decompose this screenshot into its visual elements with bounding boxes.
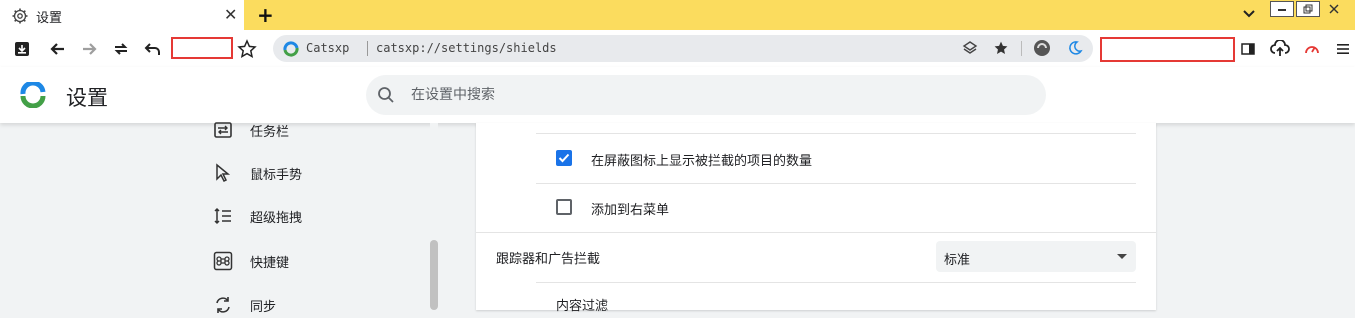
cloud-upload-icon — [1270, 40, 1290, 56]
sidebar-toggle-button[interactable] — [1237, 38, 1259, 60]
close-icon — [1329, 4, 1339, 14]
catsxp-logo — [20, 82, 46, 108]
sidebar-item-mouse-gestures[interactable]: 鼠标手势 — [212, 160, 302, 186]
divider — [536, 282, 1136, 283]
upload-button[interactable] — [1269, 38, 1291, 60]
settings-search[interactable] — [366, 75, 1046, 115]
bookmark-page-button[interactable] — [992, 39, 1010, 57]
archive-button[interactable] — [11, 38, 33, 60]
tab-close-button[interactable]: ✕ — [224, 5, 237, 25]
close-window-button[interactable] — [1322, 1, 1346, 17]
archive-icon — [15, 42, 29, 56]
sidebar-panel-icon — [1241, 43, 1255, 55]
sidebar-item-label: 鼠标手势 — [250, 167, 303, 183]
menu-button[interactable] — [1332, 38, 1354, 60]
url-text[interactable]: catsxp://settings/shields — [376, 41, 557, 55]
tracker-ad-blocking-label: 跟踪器和广告拦截 — [496, 252, 601, 267]
restore-button[interactable] — [1296, 1, 1320, 17]
browser-toolbar: Catsxp catsxp://settings/shields — [0, 30, 1355, 67]
back-arrow-icon — [50, 43, 64, 55]
divider — [536, 183, 1136, 184]
show-blocked-count-label: 在屏蔽图标上显示被拦截的项目的数量 — [591, 154, 813, 169]
divider — [536, 133, 1136, 134]
settings-header: 设置 — [0, 67, 1355, 123]
show-blocked-count-checkbox[interactable] — [556, 150, 572, 166]
omnibox-divider — [1021, 41, 1022, 56]
tab-title: 设置 — [36, 11, 63, 26]
select-value: 标准 — [944, 253, 971, 268]
content-filter-label[interactable]: 内容过滤 — [556, 295, 608, 314]
sidebar-item-sync[interactable]: 同步 — [212, 292, 276, 318]
new-tab-button[interactable]: + — [257, 3, 274, 27]
highlighted-region-right — [1100, 37, 1235, 62]
star-outline-icon — [237, 39, 257, 58]
undo-button[interactable] — [142, 38, 164, 60]
vertical-drag-icon — [212, 205, 234, 227]
sidebar-item-label: 任务栏 — [250, 124, 290, 140]
moon-icon — [1069, 41, 1083, 55]
sync-icon — [212, 294, 234, 316]
address-separator — [367, 41, 368, 56]
sidebar-item-shortcuts[interactable]: 快捷键 — [212, 248, 289, 274]
dropdown-arrow-icon — [1117, 254, 1127, 259]
speedometer-icon — [1305, 46, 1319, 54]
highlighted-region-left — [171, 37, 233, 59]
sidebar-item-label: 超级拖拽 — [250, 210, 303, 226]
checkmark-icon — [558, 153, 570, 163]
taskbar-icon — [212, 119, 234, 141]
divider — [476, 232, 1156, 233]
back-button[interactable] — [47, 38, 69, 60]
add-to-context-menu-checkbox[interactable] — [556, 199, 572, 215]
chevron-down-icon[interactable] — [1242, 9, 1256, 19]
restore-icon — [1303, 4, 1313, 14]
layers-icon — [962, 41, 978, 54]
add-to-context-menu-label: 添加到右菜单 — [591, 203, 670, 218]
dark-mode-button[interactable] — [1066, 39, 1084, 57]
page-title: 设置 — [66, 86, 108, 110]
layers-button[interactable] — [961, 39, 979, 57]
title-bar: 设置 ✕ + — [0, 0, 1355, 30]
extension-circle-icon — [1034, 40, 1050, 56]
site-name: Catsxp — [306, 41, 350, 55]
minimize-button[interactable] — [1270, 1, 1294, 17]
extension-button[interactable] — [1033, 39, 1051, 57]
tab-settings[interactable]: 设置 ✕ — [0, 0, 244, 30]
command-key-icon — [212, 250, 234, 272]
star-filled-icon — [994, 41, 1008, 54]
tracker-ad-blocking-select[interactable]: 标准 — [936, 241, 1136, 272]
hamburger-menu-icon — [1337, 44, 1349, 54]
sidebar-scrollbar-thumb[interactable] — [430, 240, 438, 310]
catsxp-logo-icon — [283, 41, 299, 57]
gear-icon — [12, 8, 28, 24]
reload-button[interactable] — [110, 38, 132, 60]
minimize-icon — [1278, 9, 1286, 11]
forward-arrow-icon — [83, 43, 97, 55]
address-bar[interactable]: Catsxp catsxp://settings/shields — [273, 35, 1093, 62]
undo-icon — [144, 43, 160, 55]
sidebar-item-label: 快捷键 — [250, 255, 290, 271]
search-input[interactable] — [411, 84, 1011, 106]
reload-icon — [114, 43, 128, 55]
bookmark-star-button[interactable] — [236, 38, 258, 60]
forward-button[interactable] — [78, 38, 100, 60]
cursor-icon — [212, 162, 234, 184]
sidebar-item-super-drag[interactable]: 超级拖拽 — [212, 203, 302, 229]
speed-button[interactable] — [1301, 38, 1323, 60]
sidebar-item-label: 同步 — [250, 299, 277, 315]
sidebar-item-taskbar[interactable]: 任务栏 — [212, 117, 289, 143]
search-icon — [378, 87, 394, 103]
